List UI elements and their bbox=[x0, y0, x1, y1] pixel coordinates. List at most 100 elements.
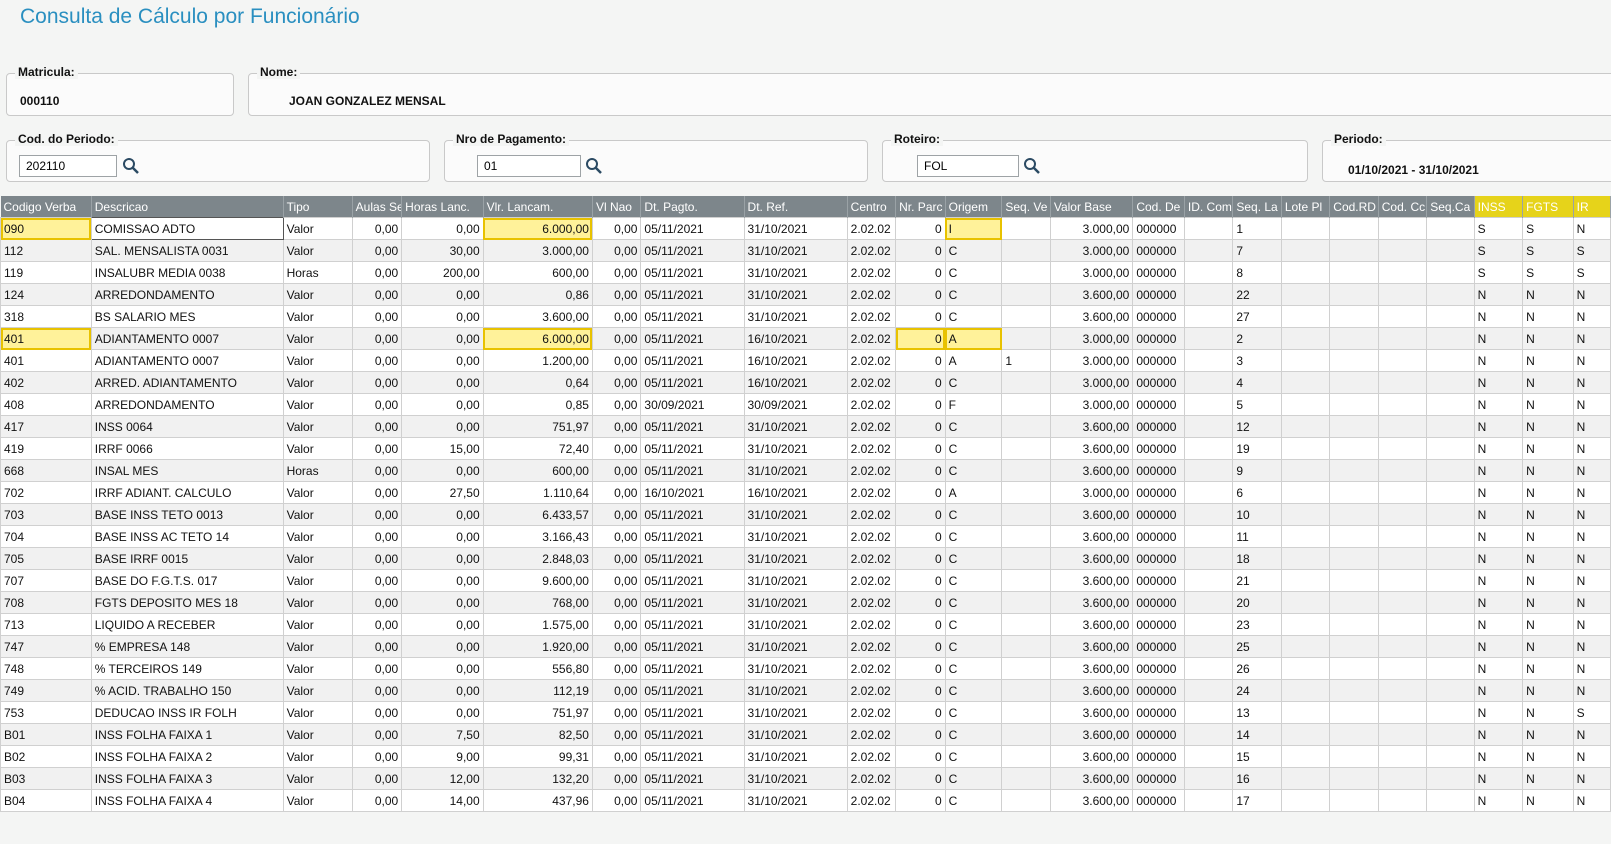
column-header[interactable]: Valor Base bbox=[1050, 196, 1134, 218]
table-cell[interactable]: 30,00 bbox=[401, 239, 484, 262]
table-cell[interactable]: N bbox=[1473, 349, 1524, 372]
table-cell[interactable]: 000000 bbox=[1132, 679, 1185, 702]
table-cell[interactable]: 05/11/2021 bbox=[640, 349, 745, 372]
column-header[interactable]: Seq. Ve bbox=[1001, 196, 1051, 218]
table-cell[interactable] bbox=[1426, 745, 1475, 768]
table-cell[interactable]: 31/10/2021 bbox=[743, 525, 848, 548]
table-cell[interactable]: 0,00 bbox=[401, 679, 484, 702]
table-cell[interactable] bbox=[1329, 635, 1379, 658]
table-cell[interactable]: 0,00 bbox=[591, 723, 642, 746]
table-cell[interactable]: % EMPRESA 148 bbox=[90, 635, 284, 658]
table-cell[interactable] bbox=[1329, 503, 1379, 526]
table-row[interactable]: B04 INSS FOLHA FAIXA 4 Valor 0,00 14,00 437,9… bbox=[0, 789, 1611, 812]
column-header[interactable]: Tipo bbox=[283, 196, 353, 218]
table-cell[interactable]: 2.02.02 bbox=[846, 701, 897, 724]
table-cell[interactable]: 2.02.02 bbox=[846, 261, 897, 284]
table-cell[interactable]: 112,19 bbox=[482, 679, 593, 702]
table-cell[interactable]: N bbox=[1522, 591, 1574, 614]
table-cell[interactable]: 0 bbox=[895, 305, 946, 328]
table-cell[interactable]: 000000 bbox=[1132, 217, 1185, 240]
table-cell[interactable] bbox=[1426, 503, 1475, 526]
column-header[interactable]: Vlr. Lancam. bbox=[483, 196, 593, 218]
table-cell[interactable]: 768,00 bbox=[482, 591, 593, 614]
table-cell[interactable]: 05/11/2021 bbox=[640, 723, 745, 746]
table-cell[interactable]: 3.600,00 bbox=[482, 305, 593, 328]
table-cell[interactable]: N bbox=[1572, 503, 1611, 526]
table-cell[interactable]: C bbox=[944, 657, 1003, 680]
table-cell[interactable] bbox=[1001, 217, 1051, 240]
table-row[interactable]: 419 IRRF 0066 Valor 0,00 15,00 72,40 0,00 05/11… bbox=[0, 437, 1611, 460]
table-cell[interactable]: N bbox=[1522, 305, 1574, 328]
table-cell[interactable]: BASE INSS TETO 0013 bbox=[90, 503, 284, 526]
table-cell[interactable]: 668 bbox=[0, 459, 92, 482]
table-cell[interactable]: 000000 bbox=[1132, 305, 1185, 328]
table-cell[interactable] bbox=[1377, 415, 1428, 438]
table-cell[interactable]: INSS FOLHA FAIXA 3 bbox=[90, 767, 284, 790]
table-cell[interactable]: ARREDONDAMENTO bbox=[90, 393, 284, 416]
table-cell[interactable]: N bbox=[1473, 745, 1524, 768]
table-cell[interactable]: 31/10/2021 bbox=[743, 459, 848, 482]
table-cell[interactable] bbox=[1329, 305, 1379, 328]
table-cell[interactable]: 0,00 bbox=[591, 547, 642, 570]
table-cell[interactable]: N bbox=[1572, 415, 1611, 438]
table-cell[interactable] bbox=[1183, 393, 1234, 416]
table-cell[interactable] bbox=[1329, 789, 1379, 812]
table-cell[interactable]: 748 bbox=[0, 657, 92, 680]
table-cell[interactable]: 2.02.02 bbox=[846, 305, 897, 328]
table-cell[interactable]: C bbox=[944, 305, 1003, 328]
table-cell[interactable] bbox=[1377, 613, 1428, 636]
table-cell[interactable]: 05/11/2021 bbox=[640, 415, 745, 438]
table-cell[interactable] bbox=[1183, 635, 1234, 658]
table-cell[interactable]: 21 bbox=[1232, 569, 1282, 592]
table-cell[interactable]: 0 bbox=[895, 371, 946, 394]
table-cell[interactable]: N bbox=[1473, 305, 1524, 328]
table-cell[interactable] bbox=[1426, 239, 1475, 262]
table-cell[interactable]: 0 bbox=[895, 635, 946, 658]
table-cell[interactable]: 25 bbox=[1232, 635, 1282, 658]
table-cell[interactable] bbox=[1377, 701, 1428, 724]
table-cell[interactable]: Valor bbox=[282, 745, 353, 768]
table-cell[interactable]: C bbox=[944, 701, 1003, 724]
table-cell[interactable]: N bbox=[1473, 327, 1524, 350]
table-cell[interactable]: Valor bbox=[282, 239, 353, 262]
column-header[interactable]: FGTS bbox=[1522, 196, 1574, 218]
column-header[interactable]: Seq. La bbox=[1232, 196, 1282, 218]
table-cell[interactable]: 2 bbox=[1232, 327, 1282, 350]
table-cell[interactable] bbox=[1280, 789, 1331, 812]
table-cell[interactable] bbox=[1426, 415, 1475, 438]
table-cell[interactable]: 000000 bbox=[1132, 745, 1185, 768]
table-cell[interactable]: N bbox=[1473, 371, 1524, 394]
table-cell[interactable]: N bbox=[1473, 789, 1524, 812]
table-cell[interactable]: A bbox=[944, 481, 1003, 504]
table-cell[interactable]: Valor bbox=[282, 591, 353, 614]
table-row[interactable]: 124 ARREDONDAMENTO Valor 0,00 0,00 0,86 0,00 05… bbox=[0, 283, 1611, 306]
table-cell[interactable] bbox=[1280, 261, 1331, 284]
table-cell[interactable] bbox=[1377, 261, 1428, 284]
table-cell[interactable]: 2.02.02 bbox=[846, 613, 897, 636]
table-cell[interactable]: 11 bbox=[1232, 525, 1282, 548]
table-cell[interactable]: 3.600,00 bbox=[1049, 767, 1134, 790]
table-cell[interactable]: 0,00 bbox=[401, 547, 484, 570]
table-cell[interactable]: 0,00 bbox=[401, 371, 484, 394]
table-cell[interactable]: 3.600,00 bbox=[1049, 569, 1134, 592]
table-cell[interactable]: Horas bbox=[282, 459, 353, 482]
table-cell[interactable]: 3.600,00 bbox=[1049, 679, 1134, 702]
table-cell[interactable]: 7,50 bbox=[401, 723, 484, 746]
table-cell[interactable]: 0,00 bbox=[351, 701, 403, 724]
table-cell[interactable]: 0,00 bbox=[351, 657, 403, 680]
table-cell[interactable]: N bbox=[1522, 547, 1574, 570]
table-cell[interactable] bbox=[1329, 393, 1379, 416]
table-cell[interactable]: N bbox=[1572, 459, 1611, 482]
table-cell[interactable]: 000000 bbox=[1132, 525, 1185, 548]
column-header[interactable]: Dt. Ref. bbox=[744, 196, 848, 218]
table-cell[interactable] bbox=[1280, 305, 1331, 328]
table-row[interactable]: 747% EMPRESA 148 Valor 0,00 0,00 1.920,00 0,0… bbox=[0, 635, 1611, 658]
table-cell[interactable] bbox=[1183, 349, 1234, 372]
table-cell[interactable] bbox=[1329, 767, 1379, 790]
table-cell[interactable] bbox=[1280, 371, 1331, 394]
table-cell[interactable]: 23 bbox=[1232, 613, 1282, 636]
table-cell[interactable]: 2.02.02 bbox=[846, 371, 897, 394]
table-cell[interactable] bbox=[1280, 459, 1331, 482]
table-cell[interactable]: 31/10/2021 bbox=[743, 701, 848, 724]
table-cell[interactable]: 419 bbox=[0, 437, 92, 460]
